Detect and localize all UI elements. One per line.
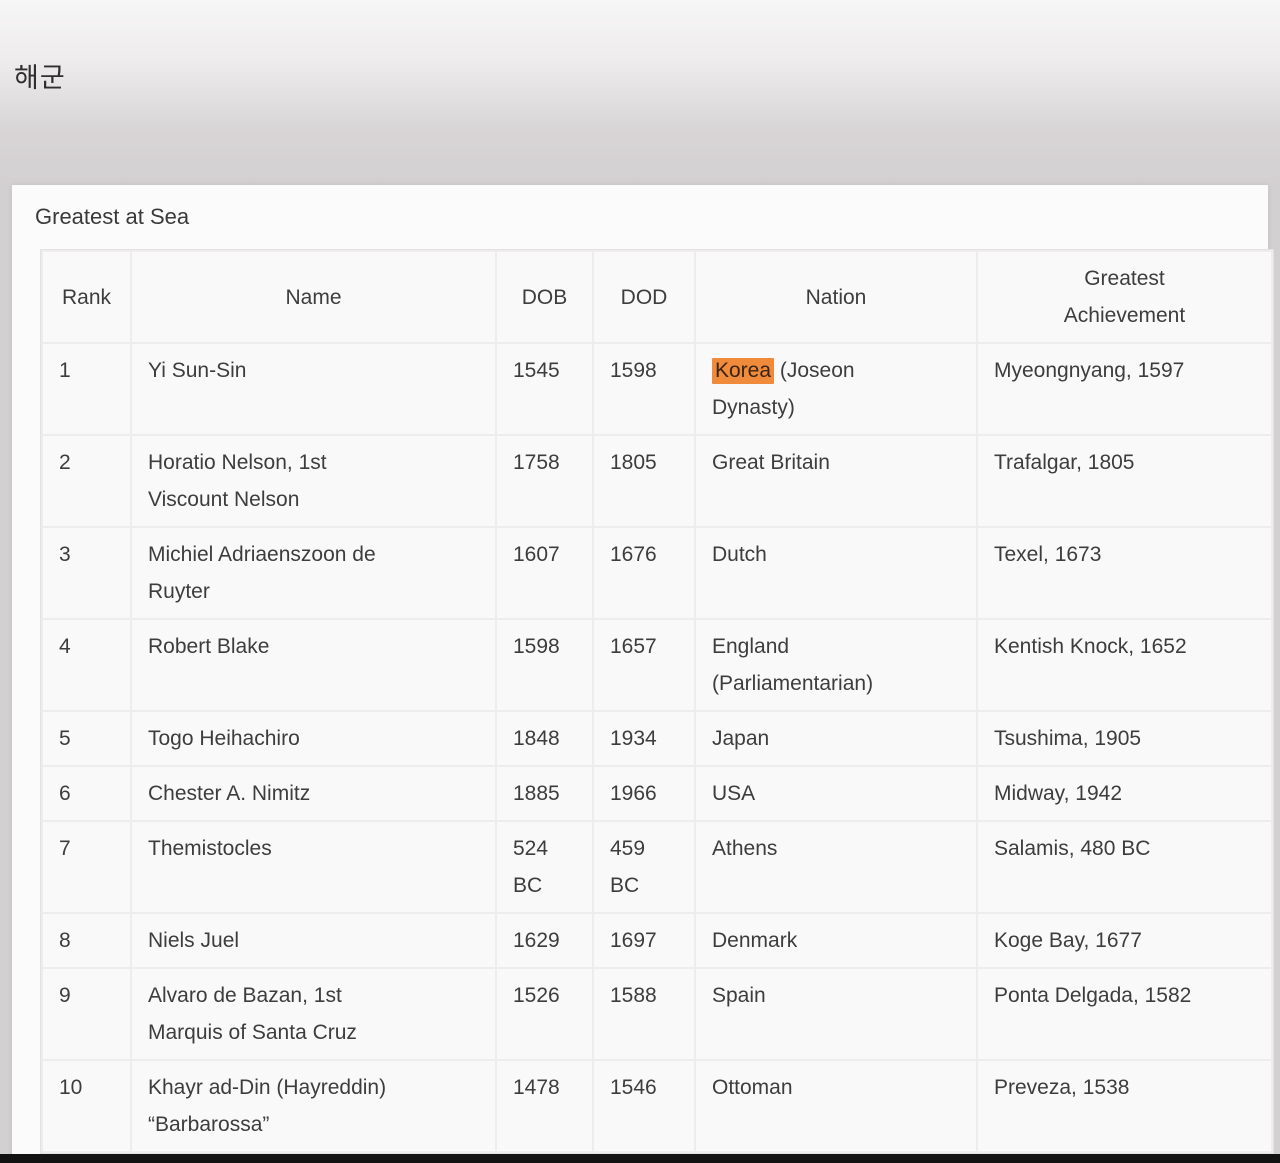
rank-cell: 7 [43,822,130,912]
table-title: Greatest at Sea [12,185,1268,230]
table-row: 3Michiel Adriaenszoon de Ruyter16071676D… [43,528,1271,618]
dod-cell: 1588 [594,969,694,1059]
dob-cell: 1758 [497,436,592,526]
achievement-cell: Preveza, 1538 [978,1061,1271,1151]
name-cell: Niels Juel [132,914,495,967]
table-row: 5Togo Heihachiro18481934JapanTsushima, 1… [43,712,1271,765]
rank-cell: 4 [43,620,130,710]
nation-cell: Denmark [696,914,976,967]
achievement-cell: Trafalgar, 1805 [978,436,1271,526]
achievement-cell: Ponta Delgada, 1582 [978,969,1271,1059]
highlighted-text: Korea [712,358,774,384]
name-cell: Alvaro de Bazan, 1st Marquis of Santa Cr… [132,969,495,1059]
table-row: 7Themistocles524 BC459 BCAthensSalamis, … [43,822,1271,912]
name-cell: Yi Sun-Sin [132,344,495,434]
dob-cell: 524 BC [497,822,592,912]
name-cell: Togo Heihachiro [132,712,495,765]
dob-cell: 1629 [497,914,592,967]
dod-cell: 1546 [594,1061,694,1151]
table-row: 9Alvaro de Bazan, 1st Marquis of Santa C… [43,969,1271,1059]
table-row: 6Chester A. Nimitz18851966USAMidway, 194… [43,767,1271,820]
column-header-nation: Nation [696,252,976,342]
nation-cell: Athens [696,822,976,912]
dod-cell: 1805 [594,436,694,526]
rank-cell: 8 [43,914,130,967]
rank-cell: 3 [43,528,130,618]
rank-cell: 9 [43,969,130,1059]
table-row: 4Robert Blake15981657England (Parliament… [43,620,1271,710]
nation-cell: Korea (Joseon Dynasty) [696,344,976,434]
rank-cell: 10 [43,1061,130,1151]
achievement-cell: Kentish Knock, 1652 [978,620,1271,710]
column-header-rank: Rank [43,252,130,342]
name-cell: Michiel Adriaenszoon de Ruyter [132,528,495,618]
dob-cell: 1607 [497,528,592,618]
name-cell: Chester A. Nimitz [132,767,495,820]
dod-cell: 1598 [594,344,694,434]
dob-cell: 1478 [497,1061,592,1151]
page-top-label: 해군 [14,56,66,95]
dod-cell: 1934 [594,712,694,765]
name-cell: Khayr ad-Din (Hayreddin) “Barbarossa” [132,1061,495,1151]
nation-cell: Great Britain [696,436,976,526]
table-row: 8Niels Juel16291697DenmarkKoge Bay, 1677 [43,914,1271,967]
nation-cell: USA [696,767,976,820]
bottom-black-bar [0,1154,1280,1163]
rank-cell: 5 [43,712,130,765]
column-header-name: Name [132,252,495,342]
table-row: 1Yi Sun-Sin15451598Korea (Joseon Dynasty… [43,344,1271,434]
achievement-cell: Tsushima, 1905 [978,712,1271,765]
achievement-cell: Midway, 1942 [978,767,1271,820]
dod-cell: 1966 [594,767,694,820]
table-row: 10Khayr ad-Din (Hayreddin) “Barbarossa”1… [43,1061,1271,1151]
name-cell: Robert Blake [132,620,495,710]
table-row: 2Horatio Nelson, 1st Viscount Nelson1758… [43,436,1271,526]
dob-cell: 1526 [497,969,592,1059]
greatest-at-sea-table: RankNameDOBDODNationGreatest Achievement… [40,249,1274,1154]
name-cell: Themistocles [132,822,495,912]
dob-cell: 1545 [497,344,592,434]
dob-cell: 1848 [497,712,592,765]
nation-cell: England (Parliamentarian) [696,620,976,710]
dod-cell: 459 BC [594,822,694,912]
rank-cell: 6 [43,767,130,820]
achievement-cell: Salamis, 480 BC [978,822,1271,912]
rank-cell: 2 [43,436,130,526]
column-header-dob: DOB [497,252,592,342]
dod-cell: 1697 [594,914,694,967]
achievement-cell: Texel, 1673 [978,528,1271,618]
nation-cell: Japan [696,712,976,765]
nation-cell: Spain [696,969,976,1059]
name-cell: Horatio Nelson, 1st Viscount Nelson [132,436,495,526]
nation-cell: Ottoman [696,1061,976,1151]
table-header-row: RankNameDOBDODNationGreatest Achievement [43,252,1271,342]
column-header-dod: DOD [594,252,694,342]
achievement-cell: Koge Bay, 1677 [978,914,1271,967]
dod-cell: 1657 [594,620,694,710]
rank-cell: 1 [43,344,130,434]
dob-cell: 1598 [497,620,592,710]
dod-cell: 1676 [594,528,694,618]
column-header-greatest-achievement: Greatest Achievement [978,252,1271,342]
nation-cell: Dutch [696,528,976,618]
content-card: Greatest at Sea RankNameDOBDODNationGrea… [12,185,1268,1163]
dob-cell: 1885 [497,767,592,820]
achievement-cell: Myeongnyang, 1597 [978,344,1271,434]
